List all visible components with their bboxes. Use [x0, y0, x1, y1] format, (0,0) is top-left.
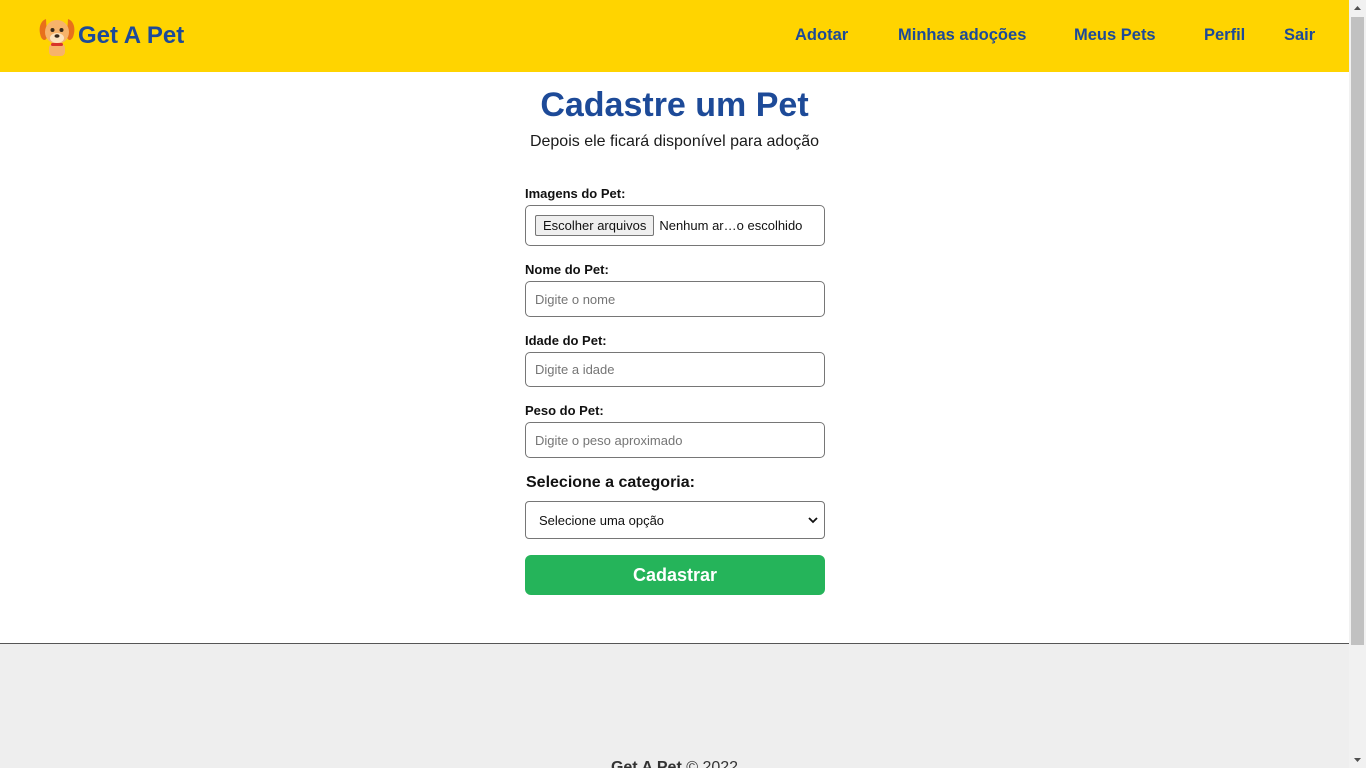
nav-link-perfil[interactable]: Perfil: [1204, 26, 1245, 45]
age-input[interactable]: [525, 352, 825, 387]
images-file-input[interactable]: Escolher arquivos Nenhum ar…o escolhido: [525, 205, 825, 246]
nav-link-meus-pets[interactable]: Meus Pets: [1074, 26, 1156, 45]
page-subtitle: Depois ele ficará disponível para adoção: [529, 133, 820, 150]
scroll-thumb[interactable]: [1351, 17, 1364, 645]
navbar: Get A Pet Adotar Minhas adoções Meus Pet…: [0, 0, 1349, 72]
name-label: Nome do Pet:: [525, 262, 609, 277]
category-selected-value: Selecione uma opção: [539, 512, 665, 528]
nav-link-adotar[interactable]: Adotar: [795, 26, 848, 45]
footer-text: Get A Pet © 2022: [0, 759, 1349, 768]
file-status: Nenhum ar…o escolhido: [659, 218, 803, 233]
choose-files-button[interactable]: Escolher arquivos: [535, 215, 655, 236]
images-label: Imagens do Pet:: [525, 186, 626, 201]
nav-links: Adotar Minhas adoções Meus Pets Perfil S…: [0, 0, 1349, 72]
scroll-up-arrow-icon[interactable]: [1349, 0, 1366, 17]
footer: Get A Pet © 2022: [0, 643, 1349, 768]
weight-label: Peso do Pet:: [525, 403, 604, 418]
category-select[interactable]: Selecione uma opção: [525, 501, 825, 539]
chevron-down-icon: [808, 514, 818, 529]
page-title: Cadastre um Pet: [540, 86, 809, 124]
nav-link-minhas-adocoes[interactable]: Minhas adoções: [898, 26, 1026, 45]
scroll-down-arrow-icon[interactable]: [1349, 751, 1366, 768]
scrollbar[interactable]: [1349, 0, 1366, 768]
name-input[interactable]: [525, 281, 825, 317]
age-label: Idade do Pet:: [525, 333, 607, 348]
category-label: Selecione a categoria:: [526, 474, 695, 491]
weight-input[interactable]: [525, 422, 825, 458]
main-content: Cadastre um Pet Depois ele ficará dispon…: [0, 72, 1349, 643]
footer-copyright: © 2022: [681, 759, 739, 768]
nav-link-sair[interactable]: Sair: [1284, 26, 1315, 45]
submit-button[interactable]: Cadastrar: [525, 555, 825, 595]
footer-brand: Get A Pet: [610, 759, 682, 768]
